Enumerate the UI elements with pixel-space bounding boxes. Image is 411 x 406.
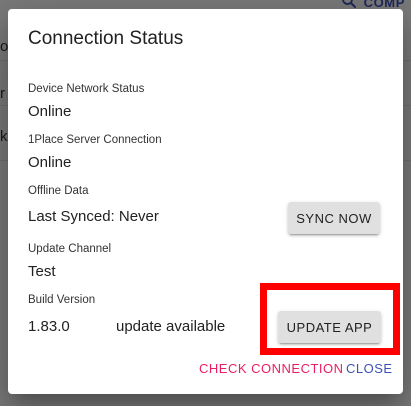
device-network-status-value: Online <box>28 103 72 120</box>
server-connection-label: 1Place Server Connection <box>28 134 162 146</box>
build-version-label: Build Version <box>28 294 96 306</box>
device-network-status-label: Device Network Status <box>28 83 145 95</box>
update-channel-value: Test <box>28 263 56 280</box>
server-connection-value: Online <box>28 154 72 171</box>
update-available-text: update available <box>116 318 226 335</box>
close-button[interactable]: CLOSE <box>346 361 393 376</box>
highlight-box <box>260 283 400 355</box>
update-channel-label: Update Channel <box>28 243 112 255</box>
sync-now-button[interactable]: SYNC NOW <box>288 202 380 234</box>
last-synced-value: Last Synced: Never <box>28 208 159 225</box>
check-connection-button[interactable]: CHECK CONNECTION <box>199 361 344 376</box>
build-version-value: 1.83.0 <box>28 318 70 335</box>
offline-data-label: Offline Data <box>28 185 89 197</box>
dialog-title: Connection Status <box>28 28 184 49</box>
